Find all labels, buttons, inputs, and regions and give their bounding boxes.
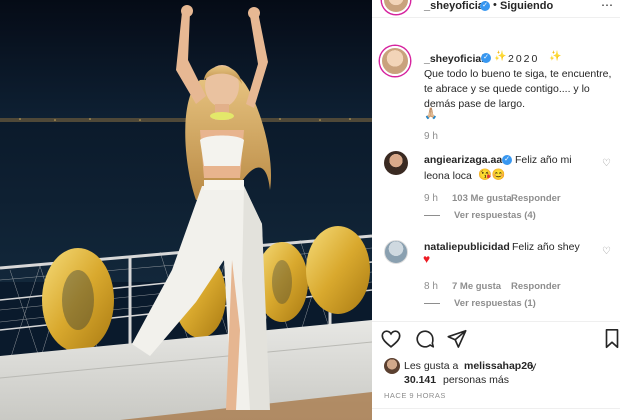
likes-prefix: Les gusta a <box>404 360 459 372</box>
post-photo[interactable] <box>0 0 372 420</box>
view-replies-button[interactable]: Ver respuestas (1) <box>454 298 536 309</box>
following-button[interactable]: Siguiendo <box>500 0 553 12</box>
likes-suffix[interactable]: personas más <box>443 374 509 386</box>
comment-text: Feliz año shey <box>512 241 580 253</box>
comment-username[interactable]: nataliepublicidad <box>424 241 510 253</box>
likes-conjunction: y <box>531 360 537 372</box>
comment-text: Feliz año mi <box>515 154 572 166</box>
caption-username[interactable]: _sheyoficial <box>424 53 484 65</box>
caption-year: 2020 <box>508 53 540 65</box>
comment-timestamp[interactable]: 8 h <box>424 281 438 292</box>
verified-badge-icon: ✓ <box>481 53 491 63</box>
author-username[interactable]: _sheyoficial <box>424 0 487 12</box>
caption-text: Que todo lo bueno te siga, te encuentre,… <box>424 68 612 110</box>
comment-avatar[interactable] <box>384 151 408 175</box>
comment-likes-count[interactable]: 7 Me gusta <box>452 281 501 292</box>
reply-button[interactable]: Responder <box>511 193 561 204</box>
liker-username[interactable]: melissahap26 <box>464 360 533 372</box>
comment-text: leona loca <box>424 170 472 182</box>
liker-avatar[interactable] <box>384 358 400 374</box>
paper-plane-icon[interactable] <box>446 328 468 350</box>
sparkle-emoji: ✨ <box>549 51 562 62</box>
comment-avatar[interactable] <box>384 240 408 264</box>
verified-badge-icon: ✓ <box>502 155 512 165</box>
caption-author-avatar[interactable] <box>380 46 410 76</box>
divider <box>372 321 620 322</box>
praying-hands-emoji: 🙏🏼 <box>424 108 438 120</box>
comment-emoji: 😘😊 <box>478 169 506 181</box>
post-time-ago[interactable]: HACE 9 HORAS <box>384 391 446 400</box>
bookmark-icon[interactable] <box>604 328 620 350</box>
separator-dot: • <box>493 0 497 11</box>
comment-timestamp[interactable]: 9 h <box>424 193 438 204</box>
verified-badge-icon: ✓ <box>480 1 490 11</box>
replies-line <box>424 215 440 216</box>
comment-like-heart-icon[interactable]: ♡ <box>602 246 611 257</box>
comment-likes-count[interactable]: 103 Me gusta <box>452 193 512 204</box>
author-avatar[interactable] <box>382 0 410 14</box>
post-header: _sheyoficial ✓ • Siguiendo ⋯ <box>372 0 620 18</box>
reply-button[interactable]: Responder <box>511 281 561 292</box>
replies-line <box>424 303 440 304</box>
caption-timestamp[interactable]: 9 h <box>424 131 438 142</box>
sparkle-emoji: ✨ <box>494 51 507 62</box>
view-replies-button[interactable]: Ver respuestas (4) <box>454 210 536 221</box>
likes-count[interactable]: 30.141 <box>404 374 436 386</box>
comment-icon[interactable] <box>414 328 436 350</box>
comment-username[interactable]: angiearizaga.aa <box>424 154 502 166</box>
divider <box>372 408 620 409</box>
more-options-icon[interactable]: ⋯ <box>601 0 614 12</box>
heart-outline-icon[interactable] <box>380 328 402 350</box>
comment-like-heart-icon[interactable]: ♡ <box>602 158 611 169</box>
post-detail-panel: _sheyoficial ✓ • Siguiendo ⋯ _sheyoficia… <box>372 0 620 420</box>
red-heart-emoji: ♥ <box>423 252 431 266</box>
